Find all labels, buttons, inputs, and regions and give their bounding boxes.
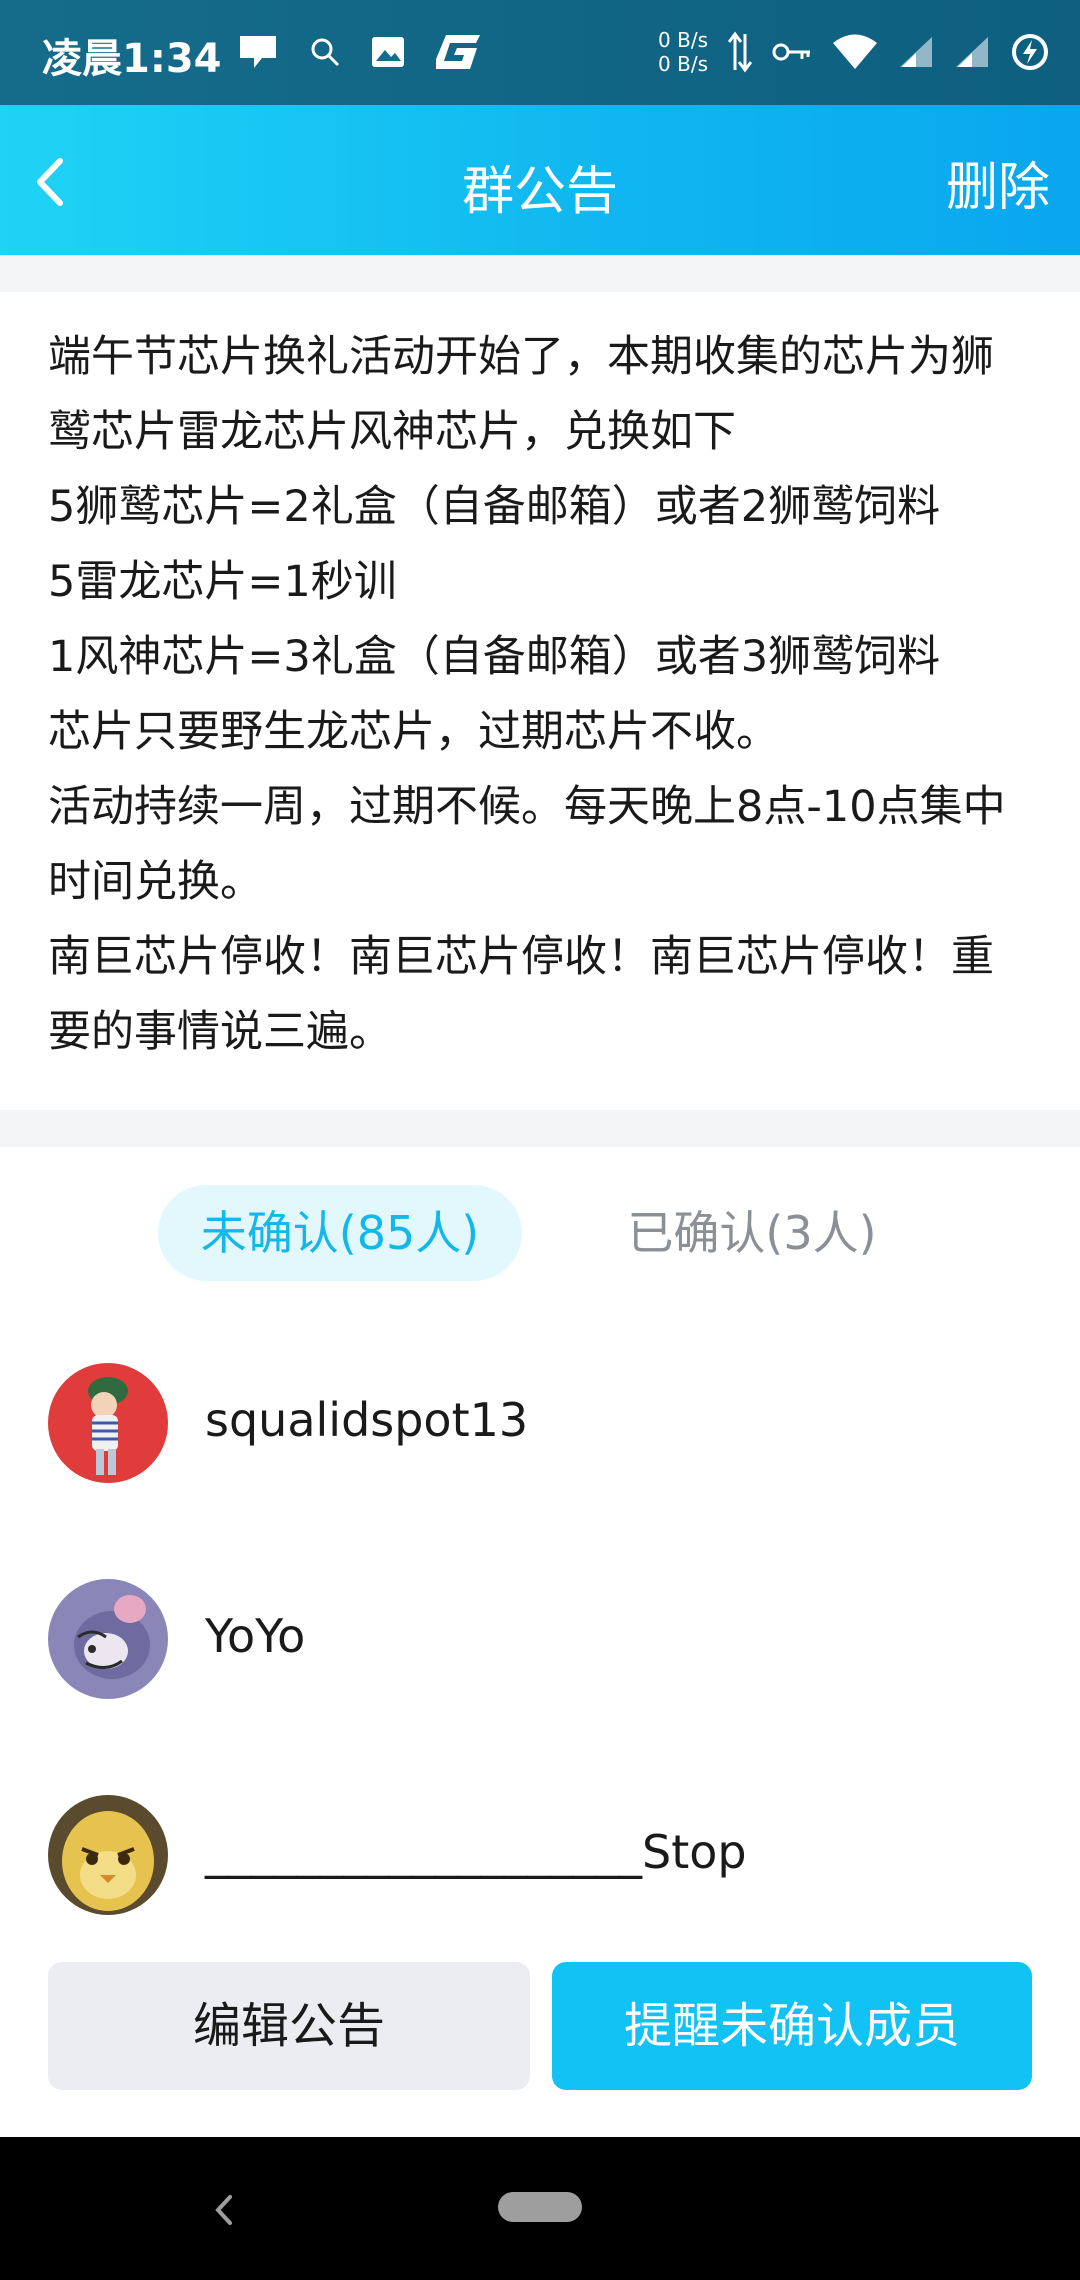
- nav-home-pill[interactable]: [498, 2192, 582, 2222]
- tab-unconfirmed[interactable]: 未确认(85人): [158, 1185, 522, 1281]
- remind-unconfirmed-button[interactable]: 提醒未确认成员: [552, 1962, 1032, 2090]
- net-speed-up: 0 B/s: [658, 28, 708, 52]
- tab-confirmed[interactable]: 已确认(3人): [600, 1185, 904, 1281]
- member-row[interactable]: ___________________Stop: [0, 1795, 1080, 1915]
- battery-icon: [1010, 32, 1050, 72]
- status-time: 凌晨1:34: [42, 36, 222, 82]
- net-speed: 0 B/s 0 B/s: [658, 28, 708, 76]
- member-name: squalidspot13: [205, 1393, 529, 1447]
- avatar: [48, 1795, 168, 1915]
- nav-back-button[interactable]: [200, 2185, 250, 2235]
- vpn-key-icon: [772, 40, 812, 64]
- system-icons: 0 B/s 0 B/s: [658, 22, 1050, 82]
- g-app-icon: [436, 33, 482, 71]
- data-arrows-icon: [728, 30, 752, 74]
- action-bar: 编辑公告 提醒未确认成员: [0, 1944, 1080, 2137]
- search-icon: [310, 37, 340, 67]
- confirm-tabs: 未确认(85人) 已确认(3人): [0, 1185, 1080, 1281]
- edit-announcement-button[interactable]: 编辑公告: [48, 1962, 530, 2090]
- image-icon: [370, 35, 406, 69]
- member-row[interactable]: YoYo: [0, 1579, 1080, 1699]
- net-speed-down: 0 B/s: [658, 52, 708, 76]
- message-icon: [236, 32, 280, 72]
- avatar: [48, 1579, 168, 1699]
- announcement-text: 端午节芯片换礼活动开始了，本期收集的芯片为狮鹫芯片雷龙芯片风神芯片，兑换如下 5…: [48, 332, 1006, 1057]
- page-title: 群公告: [461, 162, 618, 222]
- delete-button[interactable]: 删除: [946, 145, 1050, 220]
- status-bar: 凌晨1:34 0 B/s 0 B/s: [0, 0, 1080, 105]
- announcement-card: 端午节芯片换礼活动开始了，本期收集的芯片为狮鹫芯片雷龙芯片风神芯片，兑换如下 5…: [0, 292, 1080, 1110]
- wifi-icon: [832, 34, 878, 70]
- signal-icon: [898, 35, 934, 69]
- member-name: ___________________Stop: [205, 1825, 747, 1879]
- member-name: YoYo: [205, 1609, 306, 1663]
- signal-icon-2: [954, 35, 990, 69]
- system-nav-bar: [0, 2137, 1080, 2280]
- nav-back-icon: [215, 2195, 232, 2225]
- avatar: [48, 1363, 168, 1483]
- header: 群公告 删除: [0, 105, 1080, 255]
- member-row[interactable]: squalidspot13: [0, 1363, 1080, 1483]
- notification-icons: [236, 24, 482, 80]
